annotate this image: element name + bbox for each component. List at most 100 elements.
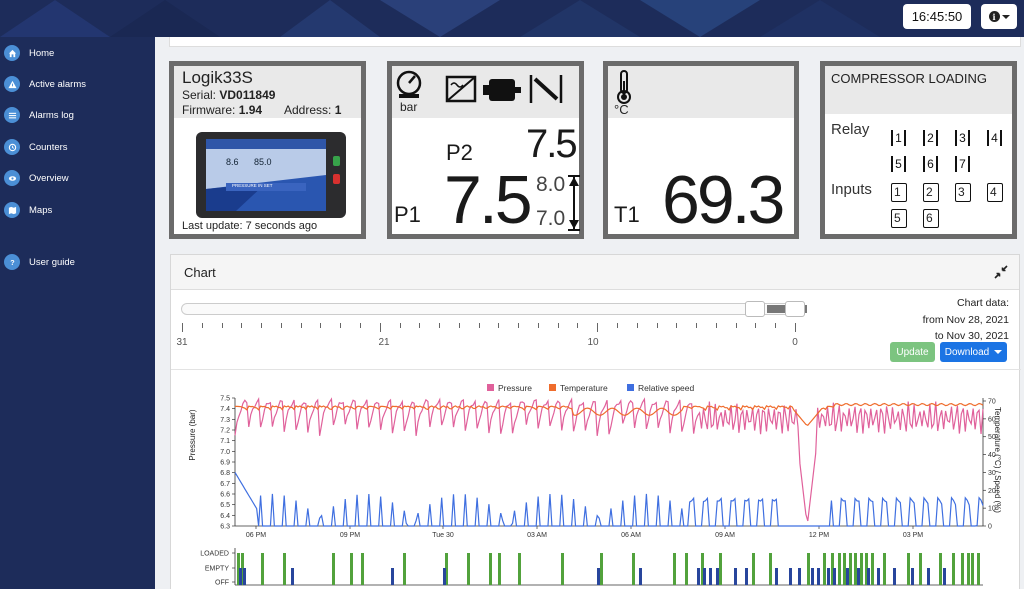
inverter-icon [445,75,477,103]
chart-legend: Pressure Temperature Relative speed [487,383,695,393]
slider-tick-label: 0 [792,337,798,348]
relay-7: 7 [955,155,970,173]
slider-tick-mark [795,323,796,332]
state-empty-bar [893,568,896,585]
sidebar-item-overview[interactable]: Overview [4,168,69,188]
state-empty-bar [798,568,801,585]
chart-from-date: from Nov 28, 2021 [922,313,1009,326]
slider-tick-mark [735,323,737,328]
slider-tick-mark [755,323,757,328]
y-left-tick-label: 6.5 [220,502,230,509]
state-loaded-bar [860,553,863,585]
slider-handle-left[interactable] [745,301,765,317]
state-loaded-bar [769,553,772,585]
state-loaded-bar [489,553,492,585]
device-card: Logik33S Serial: VD011849 Firmware: 1.94… [169,61,366,239]
caret-down-icon [1001,14,1010,19]
map-icon [4,202,20,218]
y-left-tick-label: 6.8 [220,470,230,477]
state-empty-bar [857,568,860,585]
state-loaded-bar [498,553,501,585]
pressure-card: bar P2 7.5 P1 7.5 8.0 7.0 [387,61,584,239]
series-pressure [234,397,984,522]
sidebar-item-user-guide[interactable]: ? User guide [4,252,75,272]
top-bar: 16:45:50 i [0,0,1024,37]
state-empty-bar [927,568,930,585]
state-loaded-bar [261,553,264,585]
state-loaded-bar [361,553,364,585]
state-empty-bar [833,568,836,585]
state-empty-bar [639,568,642,585]
download-button[interactable]: Download [940,342,1007,362]
state-empty-bar [391,568,394,585]
device-image: 8.6 85.0 PRESSURE IN SET [196,132,346,218]
slider-tick-mark [656,323,658,328]
p2-value: 7.5 [526,122,578,166]
chart-panel-title: Chart [184,264,216,280]
thermometer-icon [617,70,631,104]
slider-tick-mark [478,323,480,328]
relay-1: 1 [891,129,906,147]
sidebar-item-active-alarms[interactable]: Active alarms [4,74,86,94]
y-left-tick-label: 7.2 [220,428,230,435]
p1-label: P1 [394,202,421,227]
sidebar-item-alarms-log[interactable]: Alarms log [4,105,74,125]
state-loaded-bar [719,553,722,585]
state-empty-bar [597,568,600,585]
state-loaded-bar [854,553,857,585]
device-green-button [333,156,340,166]
collapse-icon[interactable] [994,265,1008,279]
chart-data-range: Chart data: from Nov 28, 2021 to Nov 30,… [923,295,1009,345]
pressure-icons [396,70,563,103]
relay-2: 2 [923,129,938,147]
t1-label: T1 [614,202,640,227]
state-loaded-bar [685,553,688,585]
slider-tick-mark [557,323,559,328]
slider-handle-right[interactable] [785,301,805,317]
y-left-tick-label: 7.1 [220,438,230,445]
slider-tick-mark [518,323,520,328]
y-axis-left: 7.5 7.4 7.3 7.2 7.1 7.0 6.9 6.8 6.7 6.6 6.5 6.4 6.3 [220,396,236,531]
slider-tick-mark [379,323,381,332]
time-range-slider[interactable] [181,301,807,317]
pressure-unit: bar [400,100,418,114]
state-loaded-bar [961,553,964,585]
info-dropdown-button[interactable]: i [981,4,1017,29]
address-label: Address: [284,103,332,117]
state-chart: LOADED EMPTY OFF [200,548,983,587]
state-empty-bar [846,568,849,585]
caret-down-icon [994,350,1003,354]
input-5: 5 [891,209,907,228]
state-empty-bar [716,568,719,585]
x-axis: 06 PM 09 PM Tue 30 03 AM 06 AM 09 AM 12 PM 03 P… [235,525,983,539]
update-button[interactable]: Update [890,342,935,362]
state-loaded-bar [843,553,846,585]
chart-panel: Chart 31 21 10 0 Chart data: from Nov 28… [170,254,1021,589]
sidebar-item-label: Counters [29,141,68,153]
slider-tick-mark [399,323,401,328]
input-1: 1 [891,183,907,202]
state-loaded-bar [752,553,755,585]
pressure-card-header: bar [392,66,579,118]
slider-tick-mark [201,323,203,328]
state-loaded-bar [823,553,826,585]
valve-icon [529,75,563,103]
address-value: 1 [334,103,342,117]
state-empty-bar [697,568,700,585]
serial-label: Serial: [182,88,217,102]
slider-tick-mark [320,323,322,328]
device-card-header: Logik33S Serial: VD011849 Firmware: 1.94… [174,66,361,118]
sidebar-item-label: Maps [29,204,53,216]
pressure-gauge-icon [396,70,422,98]
sidebar-item-counters[interactable]: Counters [4,137,68,157]
device-red-button [333,174,340,184]
y-axis-left-title: Pressure (bar) [188,409,197,460]
device-title: Logik33S [182,68,253,87]
firmware-value: 1.94 [238,103,263,117]
sidebar-item-maps[interactable]: Maps [4,200,52,220]
device-screen: 8.6 85.0 PRESSURE IN SET [206,139,326,211]
sidebar-item-home[interactable]: Home [4,43,54,63]
device-screen-value1: 8.6 [226,157,239,167]
temperature-card: °C T1 69.3 [603,61,799,239]
state-empty-bar [243,568,246,585]
